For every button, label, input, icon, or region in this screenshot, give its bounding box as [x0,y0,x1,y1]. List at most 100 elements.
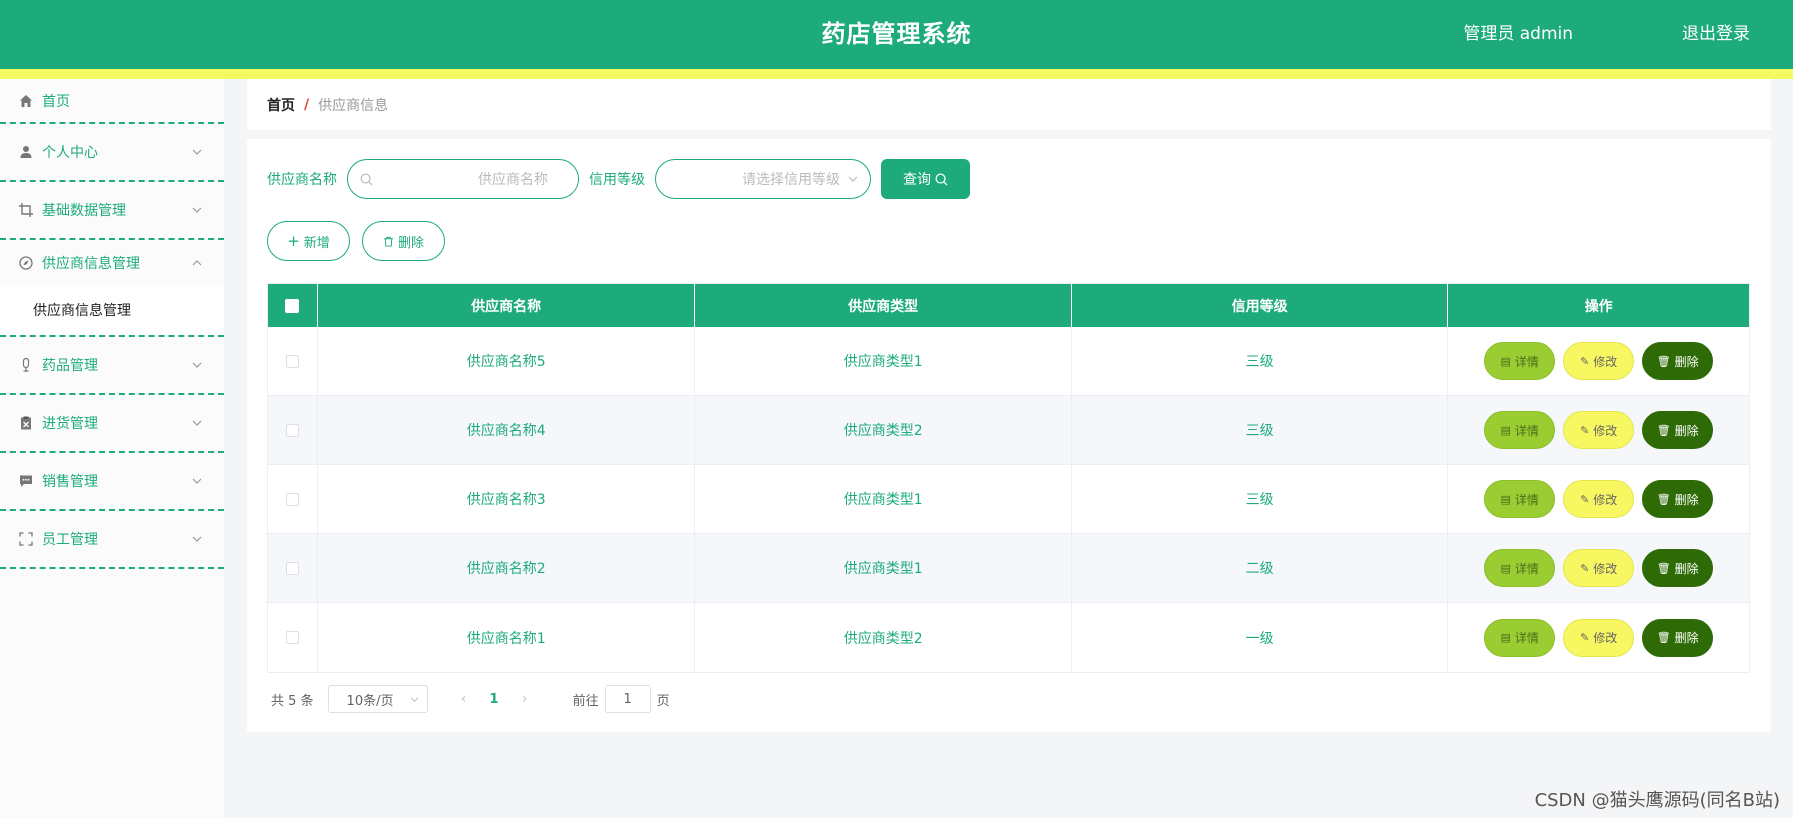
detail-button[interactable]: ▤ 详情 [1484,549,1556,587]
table-row: 供应商名称4 供应商类型2 三级 ▤ 详情 ✎ 修改 🗑 删除 [268,396,1749,465]
edit-label: 修改 [1593,492,1618,507]
header-supplier-type[interactable]: 供应商类型 [695,284,1072,327]
pencil-icon: ✎ [1580,492,1590,506]
sidebar-item-supplier[interactable]: 供应商信息管理 [0,240,224,285]
select-all-checkbox[interactable] [285,298,300,313]
row-checkbox[interactable] [285,492,299,506]
add-button[interactable]: + 新增 [267,221,350,261]
row-checkbox[interactable] [285,561,299,575]
row-select-cell [268,327,318,395]
query-button[interactable]: 查询 [881,159,970,199]
document-icon: ▤ [1500,561,1511,575]
page-jumper: 前往 1 页 [573,685,670,713]
cell-supplier-type: 供应商类型1 [695,534,1072,602]
edit-button[interactable]: ✎ 修改 [1563,342,1635,380]
chevron-down-icon [192,420,202,426]
goto-prefix: 前往 [572,693,599,709]
cell-credit-level: 三级 [1072,465,1449,533]
supplier-name-placeholder: 供应商名称 [478,172,548,188]
detail-button[interactable]: ▤ 详情 [1484,411,1556,449]
header-credit-level[interactable]: 信用等级 [1072,284,1449,327]
row-checkbox[interactable] [285,354,299,368]
edit-button[interactable]: ✎ 修改 [1563,411,1635,449]
delete-button[interactable]: 🗑 删除 [1642,549,1714,587]
sidebar-item-sales[interactable]: 销售管理 [0,453,224,511]
cell-credit-level: 二级 [1072,534,1449,602]
content-panel: 供应商名称 供应商名称 信用等级 请选择信用等级 查询 + 新增 删除 供应商名… [247,139,1771,732]
detail-label: 详情 [1514,492,1539,507]
top-header: 药店管理系统 管理员 admin 退出登录 [0,0,1793,69]
sidebar-item-medicine[interactable]: 药品管理 [0,337,224,395]
trash-icon [383,236,394,247]
credit-level-label: 信用等级 [589,172,645,188]
compass-icon [18,255,34,271]
goto-page-input[interactable]: 1 [604,685,651,713]
goto-suffix: 页 [656,693,670,709]
supplier-name-label: 供应商名称 [267,172,337,188]
document-icon: ▤ [1500,423,1511,437]
trash-icon: 🗑 [1656,354,1671,368]
supplier-table: 供应商名称 供应商类型 信用等级 操作 供应商名称5 供应商类型1 三级 ▤ 详情… [267,283,1750,673]
home-icon [18,93,34,109]
cell-actions: ▤ 详情 ✎ 修改 🗑 删除 [1448,603,1749,672]
row-checkbox[interactable] [285,423,299,437]
page-size-value: 10条/页 [346,693,394,709]
edit-label: 修改 [1593,561,1618,576]
sidebar-subitem-supplier-info[interactable]: 供应商信息管理 [0,285,224,335]
logout-link[interactable]: 退出登录 [1682,0,1750,69]
message-icon [18,473,34,489]
detail-button[interactable]: ▤ 详情 [1484,480,1556,518]
microphone-icon [18,357,34,373]
chevron-down-icon [192,149,202,155]
sidebar-item-label: 供应商信息管理 [42,255,140,272]
chevron-down-icon [848,176,858,182]
sidebar-menu: 首页 个人中心 基础数据管理 供应商信息管理 供应商信息管理 药品管理 进货管理… [0,79,224,818]
delete-button[interactable]: 🗑 删除 [1642,342,1714,380]
page-size-select[interactable]: 10条/页 [327,685,428,713]
delete-button[interactable]: 🗑 删除 [1642,411,1714,449]
credit-level-select[interactable]: 请选择信用等级 [655,159,871,199]
sidebar-item-profile[interactable]: 个人中心 [0,124,224,182]
prev-page-button[interactable]: ‹ [454,691,474,707]
delete-button[interactable]: 🗑 删除 [1642,618,1714,657]
breadcrumb-home[interactable]: 首页 [267,95,295,115]
cell-actions: ▤ 详情 ✎ 修改 🗑 删除 [1448,327,1749,395]
edit-label: 修改 [1593,423,1618,438]
delete-button[interactable]: 🗑 删除 [1642,480,1714,518]
detail-button[interactable]: ▤ 详情 [1484,618,1556,657]
header-actions: 操作 [1584,298,1613,315]
search-icon [360,173,373,185]
toolbar: + 新增 删除 [267,221,457,261]
cell-supplier-name: 供应商名称3 [318,465,696,533]
credit-level-placeholder: 请选择信用等级 [742,172,840,188]
batch-delete-button[interactable]: 删除 [362,221,445,261]
cell-actions: ▤ 详情 ✎ 修改 🗑 删除 [1448,534,1749,602]
search-form: 供应商名称 供应商名称 信用等级 请选择信用等级 查询 [267,159,970,199]
cell-credit-level: 一级 [1072,603,1449,672]
supplier-name-input[interactable]: 供应商名称 [347,159,579,199]
next-page-button[interactable]: › [515,691,535,707]
edit-button[interactable]: ✎ 修改 [1563,549,1635,587]
sidebar-item-staff[interactable]: 员工管理 [0,511,224,569]
row-checkbox[interactable] [285,631,299,644]
chevron-down-icon [192,362,202,368]
fullscreen-icon [18,531,34,547]
detail-button[interactable]: ▤ 详情 [1484,342,1556,380]
edit-button[interactable]: ✎ 修改 [1563,480,1635,518]
edit-button[interactable]: ✎ 修改 [1563,618,1635,657]
sidebar-item-purchase[interactable]: 进货管理 [0,395,224,453]
current-user: 管理员 admin [1463,24,1573,44]
sidebar-group-supplier: 供应商信息管理 供应商信息管理 [0,240,224,337]
page-number[interactable]: 1 [490,692,499,707]
cell-actions: ▤ 详情 ✎ 修改 🗑 删除 [1448,465,1749,533]
sidebar-item-basic-data[interactable]: 基础数据管理 [0,182,224,240]
chevron-down-icon [410,696,419,702]
plus-icon: + [287,232,300,250]
header-supplier-name[interactable]: 供应商名称 [318,284,696,327]
sidebar-item-home[interactable]: 首页 [0,79,224,124]
document-icon: ▤ [1500,354,1511,368]
document-icon: ▤ [1500,631,1511,644]
breadcrumb: 首页 / 供应商信息 [247,79,1771,130]
breadcrumb-current: 供应商信息 [318,97,389,114]
sidebar-item-label: 基础数据管理 [42,203,126,219]
